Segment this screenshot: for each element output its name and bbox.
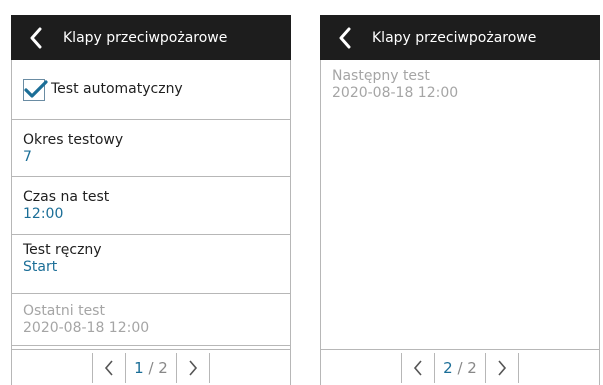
total-pages: 2 — [158, 358, 168, 377]
ostatni-label: Ostatni test — [23, 303, 105, 319]
right-panel: Klapy przeciwpożarowe Następny test 2020… — [320, 15, 600, 385]
ostatni-value: 2020-08-18 12:00 — [23, 320, 150, 336]
pager: 2 / 2 — [321, 349, 599, 385]
start-button[interactable]: Start — [23, 259, 279, 276]
current-page: 1 — [134, 358, 144, 377]
header: Klapy przeciwpożarowe — [11, 15, 291, 60]
page-title: Klapy przeciwpożarowe — [372, 29, 537, 46]
page-indicator: 2 / 2 — [435, 359, 485, 377]
pager-divider — [208, 352, 210, 383]
chevron-left-icon — [414, 359, 422, 376]
chevron-left-icon — [105, 359, 113, 376]
current-page: 2 — [443, 358, 453, 377]
okres-label: Okres testowy — [23, 132, 124, 148]
back-chevron-icon[interactable] — [330, 23, 360, 53]
page-title: Klapy przeciwpożarowe — [63, 29, 228, 46]
ostatni-test-row: Ostatni test 2020-08-18 12:00 — [12, 294, 290, 346]
nastepny-test-row: Następny test 2020-08-18 12:00 — [321, 60, 599, 102]
nastepny-value: 2020-08-18 12:00 — [332, 85, 459, 101]
auto-test-label: Test automatyczny — [51, 81, 183, 97]
left-panel: Klapy przeciwpożarowe Test automatyczny … — [11, 15, 291, 385]
reczny-label: Test ręczny — [23, 242, 102, 258]
chevron-right-icon — [498, 359, 506, 376]
pager-divider — [517, 352, 519, 383]
pager: 1 / 2 — [12, 349, 290, 385]
nastepny-label: Następny test — [332, 68, 430, 84]
back-chevron-icon[interactable] — [21, 23, 51, 53]
czas-value: 12:00 — [23, 206, 64, 222]
prev-page-button[interactable] — [402, 353, 434, 383]
next-page-button[interactable] — [486, 353, 518, 383]
next-page-button[interactable] — [177, 353, 209, 383]
header: Klapy przeciwpożarowe — [320, 15, 600, 60]
test-reczny-row[interactable]: Test ręczny Start — [12, 235, 290, 294]
total-pages: 2 — [467, 358, 477, 377]
prev-page-button[interactable] — [93, 353, 125, 383]
page-separator: / — [143, 358, 159, 377]
auto-test-row[interactable]: Test automatyczny — [12, 60, 290, 120]
okres-testowy-row[interactable]: Okres testowy 7 — [12, 120, 290, 177]
chevron-right-icon — [189, 359, 197, 376]
okres-value: 7 — [23, 149, 32, 165]
czas-label: Czas na test — [23, 189, 110, 205]
page-indicator: 1 / 2 — [126, 359, 176, 377]
page-separator: / — [452, 358, 468, 377]
czas-na-test-row[interactable]: Czas na test 12:00 — [12, 177, 290, 235]
checkmark-icon — [24, 79, 48, 98]
auto-test-checkbox[interactable] — [23, 78, 48, 101]
